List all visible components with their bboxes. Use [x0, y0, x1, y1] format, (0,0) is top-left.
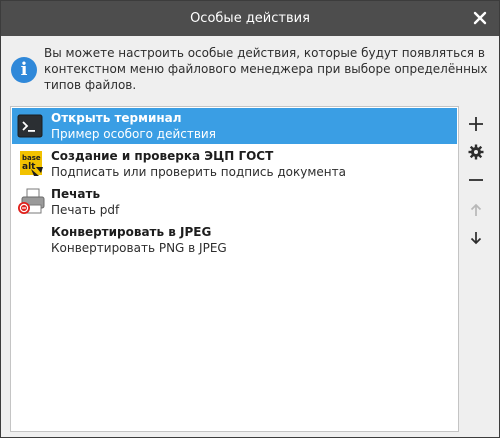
- svg-text:base: base: [22, 154, 41, 162]
- action-title: Конвертировать в JPEG: [51, 225, 212, 239]
- info-message: i Вы можете настроить особые действия, к…: [11, 45, 491, 97]
- info-text: Вы можете настроить особые действия, кот…: [44, 46, 488, 92]
- terminal-icon: [16, 112, 46, 140]
- add-icon: [469, 117, 483, 131]
- titlebar: Особые действия: [1, 1, 499, 36]
- action-title: Печать: [51, 187, 101, 201]
- close-icon: [473, 11, 487, 25]
- arrow-down-icon: [470, 232, 482, 245]
- side-toolbar: [463, 109, 489, 259]
- move-down-button[interactable]: [463, 225, 489, 251]
- action-subtitle: Подписать или проверить подпись документ…: [51, 165, 346, 179]
- info-icon: i: [11, 57, 37, 83]
- action-title: Открыть терминал: [51, 111, 182, 125]
- list-item[interactable]: base alt Создание и проверка ЭЦП ГОСТ По…: [12, 146, 457, 182]
- action-subtitle: Пример особого действия: [51, 127, 216, 141]
- svg-text:alt: alt: [22, 162, 36, 172]
- list-item[interactable]: Открыть терминал Пример особого действия: [12, 108, 457, 144]
- dialog-window: Особые действия i Вы можете настроить ос…: [0, 0, 500, 438]
- arrow-up-icon: [470, 203, 482, 216]
- printer-pdf-icon: [16, 188, 46, 216]
- window-title: Особые действия: [190, 11, 310, 26]
- action-title: Создание и проверка ЭЦП ГОСТ: [51, 149, 274, 163]
- list-item[interactable]: Конвертировать в JPEG Конвертировать PNG…: [12, 222, 457, 258]
- action-subtitle: Печать pdf: [51, 203, 120, 217]
- basealt-logo-icon: base alt: [16, 150, 46, 178]
- move-up-button[interactable]: [463, 197, 489, 223]
- add-button[interactable]: [463, 111, 489, 137]
- action-subtitle: Конвертировать PNG в JPEG: [51, 241, 227, 255]
- list-item[interactable]: Печать Печать pdf: [12, 184, 457, 220]
- actions-list[interactable]: Открыть терминал Пример особого действия…: [10, 106, 459, 432]
- close-button[interactable]: [471, 9, 489, 27]
- settings-button[interactable]: [463, 139, 489, 165]
- remove-button[interactable]: [463, 167, 489, 193]
- remove-icon: [469, 179, 483, 181]
- gear-icon: [468, 144, 484, 160]
